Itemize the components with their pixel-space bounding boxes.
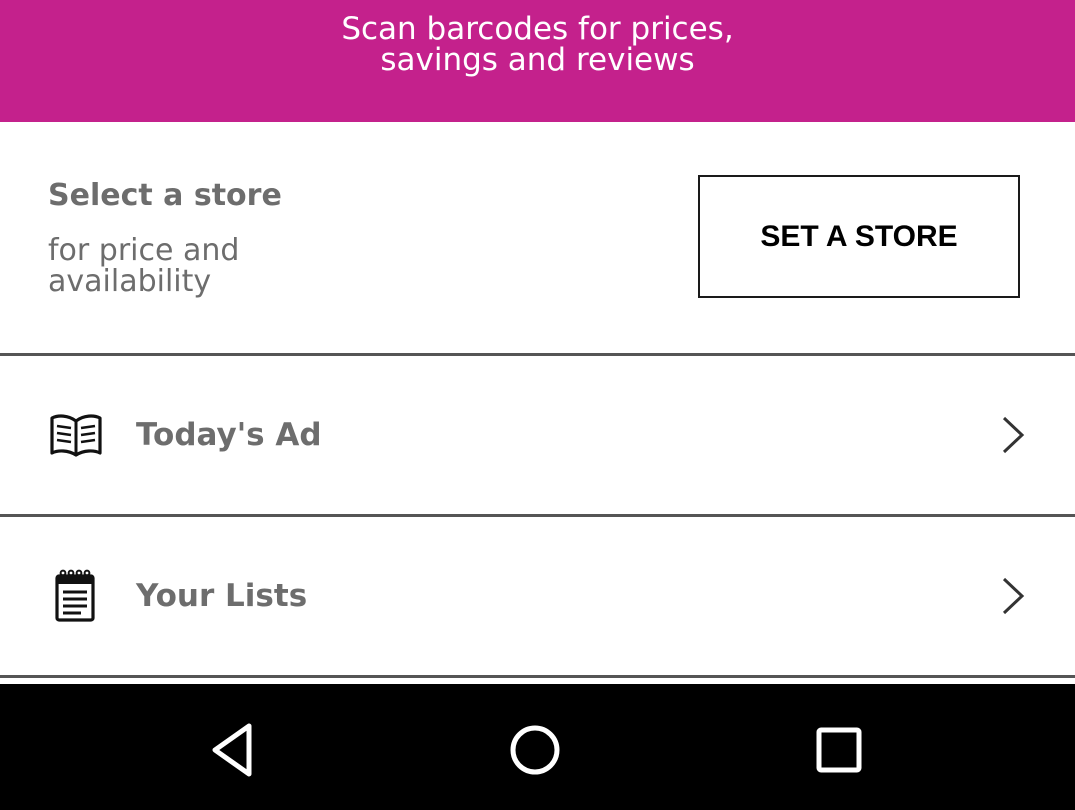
chevron-right-icon	[1002, 577, 1025, 615]
menu-item-label: Your Lists	[136, 578, 308, 614]
back-icon[interactable]	[203, 720, 263, 780]
menu-item-label: Today's Ad	[136, 417, 322, 453]
divider	[0, 675, 1075, 678]
open-book-icon	[50, 414, 102, 457]
chevron-right-icon	[1002, 416, 1025, 454]
notepad-icon	[55, 569, 95, 622]
home-icon[interactable]	[505, 720, 565, 780]
system-navigation-bar	[0, 684, 1075, 810]
store-subtitle-line-1: for price and	[48, 233, 240, 268]
banner-text: Scan barcodes for prices, savings and re…	[0, 14, 1075, 76]
app-screen: Scan barcodes for prices, savings and re…	[0, 0, 1075, 810]
set-a-store-button[interactable]: SET A STORE	[698, 175, 1020, 298]
recents-icon[interactable]	[809, 720, 869, 780]
store-section: Select a store for price and availabilit…	[0, 122, 1075, 354]
banner-line-1: Scan barcodes for prices,	[341, 11, 734, 47]
menu-item-todays-ad[interactable]: Today's Ad	[0, 356, 1075, 514]
store-subtitle: for price and availability	[48, 235, 368, 297]
store-subtitle-line-2: availability	[48, 264, 212, 299]
store-title: Select a store	[48, 178, 282, 213]
banner-line-2: savings and reviews	[380, 42, 695, 78]
scan-banner[interactable]: Scan barcodes for prices, savings and re…	[0, 0, 1075, 122]
menu-item-your-lists[interactable]: Your Lists	[0, 517, 1075, 675]
